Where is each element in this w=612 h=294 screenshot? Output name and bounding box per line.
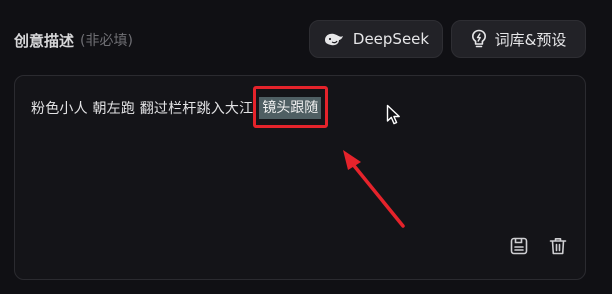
section-subtitle: (非必填) (80, 33, 133, 49)
deepseek-button-label: DeepSeek (352, 30, 430, 48)
creative-description-panel: 创意描述 (非必填) DeepSeek 词库&预设 粉色小人 朝左跑 翻过栏杆跳… (0, 0, 612, 294)
trash-icon[interactable] (546, 234, 570, 258)
selected-text-region[interactable]: 镜头跟随 (253, 86, 329, 128)
deepseek-button[interactable]: DeepSeek (309, 20, 443, 58)
annotation-highlight-box (253, 86, 329, 128)
whale-icon (323, 31, 345, 47)
section-title: 创意描述 (14, 31, 75, 50)
description-plain-text: 粉色小人 朝左跑 翻过栏杆跳入大江 (31, 101, 254, 117)
description-textarea[interactable]: 粉色小人 朝左跑 翻过栏杆跳入大江 镜头跟随 (14, 75, 586, 280)
preset-button-label: 词库&预设 (494, 30, 567, 49)
section-header: 创意描述 (非必填) (14, 27, 133, 53)
description-text[interactable]: 粉色小人 朝左跑 翻过栏杆跳入大江 镜头跟随 (31, 86, 329, 128)
mouse-pointer-icon (386, 104, 402, 130)
preset-library-button[interactable]: 词库&预设 (451, 20, 586, 58)
save-icon[interactable] (507, 234, 531, 258)
lightbulb-icon (471, 29, 487, 49)
